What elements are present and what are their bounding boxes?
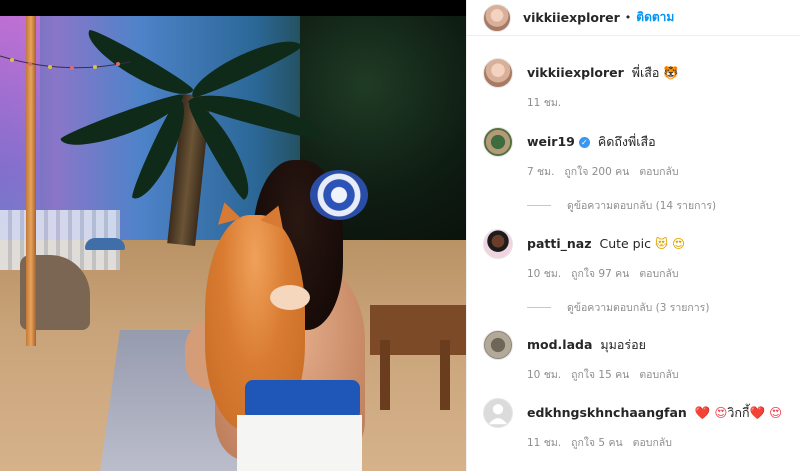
comment-username[interactable]: weir19 <box>527 134 575 149</box>
comment-username[interactable]: vikkiiexplorer <box>527 65 624 80</box>
reply-button[interactable]: ตอบกลับ <box>639 366 678 383</box>
comment-likes[interactable]: ถูกใจ 200 คน <box>564 163 629 180</box>
photo-white-skirt <box>237 415 362 471</box>
comment-text: มุมอร่อย <box>600 337 646 352</box>
view-replies-label: ดูข้อความตอบกลับ (3 รายการ) <box>567 302 710 314</box>
tiger-face-emoji: 🐯 <box>663 65 679 80</box>
commenter-avatar[interactable] <box>483 58 513 88</box>
comment-username[interactable]: edkhngskhnchaangfan <box>527 405 687 420</box>
view-replies-label: ดูข้อความตอบกลับ (14 รายการ) <box>567 200 717 212</box>
post-side-panel: vikkiiexplorer • ติดตาม vikkiiexplorer พ… <box>466 0 800 471</box>
photo-blue-top <box>245 380 360 420</box>
caption-comment: vikkiiexplorer พี่เสือ 🐯 11 ชม. <box>483 58 793 111</box>
reply-toggle-line <box>527 307 551 308</box>
comment-text: Cute pic <box>599 236 651 251</box>
commenter-avatar[interactable] <box>483 229 513 259</box>
comments-list: vikkiiexplorer พี่เสือ 🐯 11 ชม. weir19 ✓ … <box>467 36 800 471</box>
post-header: vikkiiexplorer • ติดตาม <box>467 0 800 36</box>
photo-top-border <box>0 0 466 16</box>
commenter-avatar[interactable] <box>483 330 513 360</box>
commenter-avatar[interactable] <box>483 127 513 157</box>
view-replies-button[interactable]: ดูข้อความตอบกลับ (3 รายการ) <box>527 299 709 316</box>
photo-bunting <box>0 55 130 70</box>
reply-button[interactable]: ตอบกลับ <box>639 265 678 282</box>
comment-text: วิกกี้ <box>727 405 750 420</box>
comment-time[interactable]: 11 ชม. <box>527 94 561 111</box>
default-avatar-icon[interactable] <box>483 398 513 428</box>
person-silhouette-icon <box>488 404 508 425</box>
heart-emoji: ❤️ 😍 <box>749 405 783 420</box>
comment-likes[interactable]: ถูกใจ 15 คน <box>571 366 629 383</box>
view-replies-button[interactable]: ดูข้อความตอบกลับ (14 รายการ) <box>527 197 716 214</box>
comment-likes[interactable]: ถูกใจ 97 คน <box>571 265 629 282</box>
comment-time[interactable]: 10 ชม. <box>527 265 561 282</box>
photo-umbrella <box>85 238 125 250</box>
reply-button[interactable]: ตอบกลับ <box>633 434 672 451</box>
comment-username[interactable]: mod.lada <box>527 337 592 352</box>
comment-time[interactable]: 10 ชม. <box>527 366 561 383</box>
photo-woman-holding-cat <box>185 160 390 471</box>
heart-emoji: ❤️ 😍 <box>694 405 728 420</box>
author-username[interactable]: vikkiiexplorer <box>523 10 620 25</box>
comment-item: mod.lada มุมอร่อย 10 ชม. ถูกใจ 15 คน ตอบ… <box>483 330 793 383</box>
photo-table-leg <box>440 340 450 410</box>
reply-toggle-line <box>527 205 551 206</box>
comment-item: patti_naz Cute pic 😻 😍 10 ชม. ถูกใจ 97 ค… <box>483 229 793 282</box>
comment-likes[interactable]: ถูกใจ 5 คน <box>571 434 623 451</box>
heart-eyes-emoji: 😻 😍 <box>654 236 685 251</box>
header-separator-dot: • <box>624 11 632 24</box>
author-avatar[interactable] <box>483 3 511 32</box>
comment-username[interactable]: patti_naz <box>527 236 591 251</box>
reply-button[interactable]: ตอบกลับ <box>639 163 678 180</box>
photo-cat-paw <box>270 285 310 310</box>
comment-time[interactable]: 7 ชม. <box>527 163 554 180</box>
comment-text: พี่เสือ <box>631 65 660 80</box>
post-photo[interactable] <box>0 0 466 471</box>
comment-item: edkhngskhnchaangfan ❤️ 😍วิกกี้❤️ 😍 11 ชม… <box>483 398 793 451</box>
comment-time[interactable]: 11 ชม. <box>527 434 561 451</box>
follow-button[interactable]: ติดตาม <box>636 8 674 27</box>
verified-badge-icon: ✓ <box>578 137 590 148</box>
instagram-post-view: vikkiiexplorer • ติดตาม vikkiiexplorer พ… <box>0 0 800 471</box>
comment-item: weir19 ✓ คิดถึงพี่เสือ 7 ชม. ถูกใจ 200 คน… <box>483 127 793 180</box>
comment-text: คิดถึงพี่เสือ <box>597 134 656 149</box>
photo-scrunchie <box>310 170 368 220</box>
